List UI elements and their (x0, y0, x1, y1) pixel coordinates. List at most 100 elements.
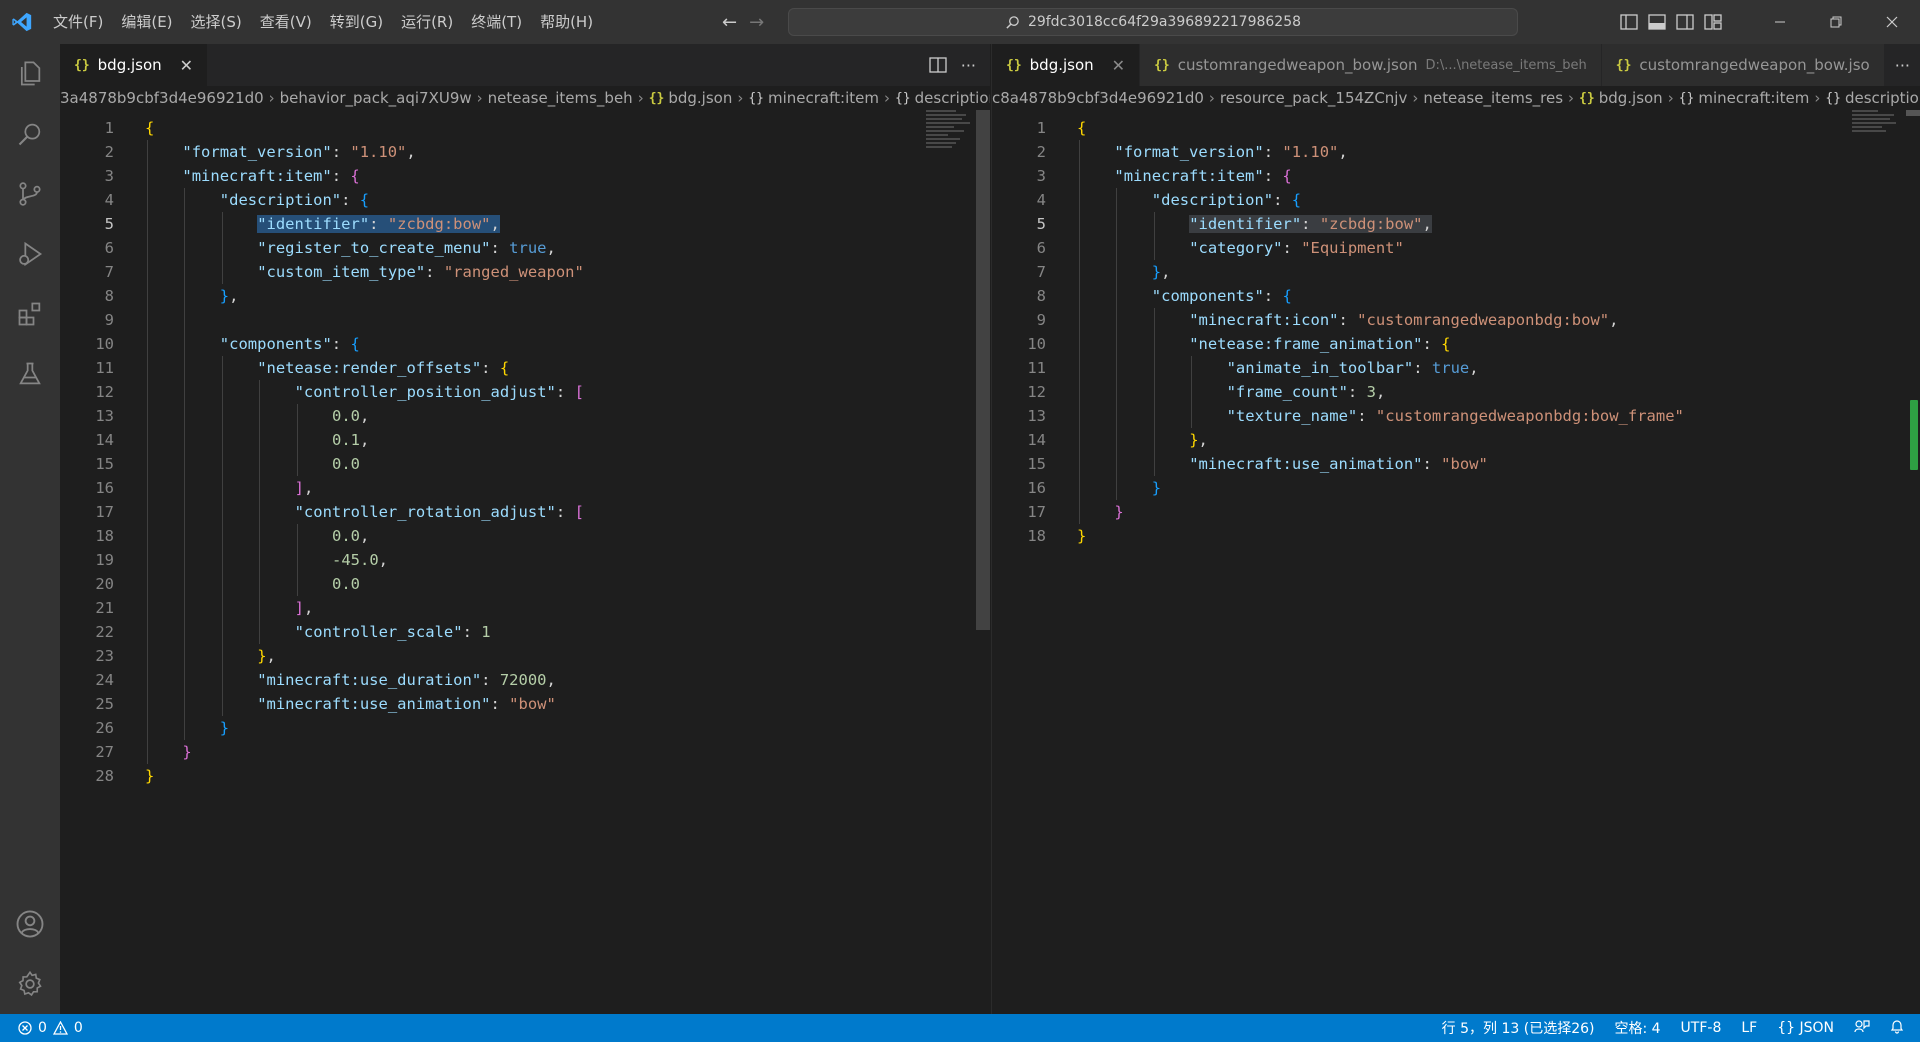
code-line[interactable]: 25 "minecraft:use_animation": "bow" (60, 692, 990, 716)
code-line[interactable]: 15 0.0 (60, 452, 990, 476)
code-line[interactable]: 9 "minecraft:icon": "customrangedweaponbd… (992, 308, 1920, 332)
split-editor-icon[interactable] (929, 57, 947, 73)
code-line[interactable]: 22 "controller_scale": 1 (60, 620, 990, 644)
menu-terminal[interactable]: 终端(T) (462, 0, 531, 44)
code-line[interactable]: 18 0.0, (60, 524, 990, 548)
code-line[interactable]: 2 "format_version": "1.10", (60, 140, 990, 164)
run-debug-icon[interactable] (0, 224, 60, 284)
minimap[interactable] (1852, 110, 1902, 170)
code-line[interactable]: 7 "custom_item_type": "ranged_weapon" (60, 260, 990, 284)
code-line[interactable]: 27} (60, 740, 990, 764)
breadcrumb-item[interactable]: bdg.json (668, 89, 732, 107)
menu-go[interactable]: 转到(G) (321, 0, 392, 44)
code-line[interactable]: 13 0.0, (60, 404, 990, 428)
vertical-scrollbar[interactable] (976, 110, 990, 990)
code-line[interactable]: 26} (60, 716, 990, 740)
code-line[interactable]: 16} (992, 476, 1920, 500)
source-control-icon[interactable] (0, 164, 60, 224)
menu-selection[interactable]: 选择(S) (182, 0, 251, 44)
feedback-icon[interactable] (1844, 1019, 1880, 1037)
code-line[interactable]: 5 "identifier": "zcbdg:bow", (992, 212, 1920, 236)
indentation[interactable]: 空格: 4 (1604, 1018, 1670, 1038)
breadcrumb-item[interactable]: 3a4878b9cbf3d4e96921d0 (60, 89, 264, 107)
breadcrumb-item[interactable]: behavior_pack_aqi7XU9w (280, 89, 472, 107)
code-line[interactable]: 12 "controller_position_adjust": [ (60, 380, 990, 404)
tab-customrangedweapon-bow-beh[interactable]: {} customrangedweapon_bow.json D:\...\ne… (1140, 44, 1602, 86)
breadcrumb-item[interactable]: resource_pack_154ZCnjv (1220, 89, 1407, 107)
menu-view[interactable]: 查看(V) (251, 0, 321, 44)
code-editor-left[interactable]: 1{2 "format_version": "1.10", 3 "minecraft:… (60, 110, 990, 990)
breadcrumb-item[interactable]: c8a4878b9cbf3d4e96921d0 (992, 89, 1204, 107)
code-line[interactable]: 28} (60, 764, 990, 788)
code-line[interactable]: 15 "minecraft:use_animation": "bow" (992, 452, 1920, 476)
toggle-primary-sidebar-icon[interactable] (1620, 14, 1638, 30)
code-line[interactable]: 5 "identifier": "zcbdg:bow", (60, 212, 990, 236)
code-line[interactable]: 17} (992, 500, 1920, 524)
code-line[interactable]: 14}, (992, 428, 1920, 452)
code-line[interactable]: 16], (60, 476, 990, 500)
breadcrumb-item[interactable]: netease_items_res (1423, 89, 1563, 107)
code-line[interactable]: 4 "description": { (992, 188, 1920, 212)
restore-button[interactable] (1808, 0, 1864, 44)
notifications-bell-icon[interactable] (1880, 1019, 1920, 1038)
vertical-scrollbar[interactable] (1906, 110, 1920, 990)
menu-run[interactable]: 运行(R) (392, 0, 462, 44)
toggle-secondary-sidebar-icon[interactable] (1676, 14, 1694, 30)
code-line[interactable]: 9 (60, 308, 990, 332)
breadcrumb-item[interactable]: bdg.json (1599, 89, 1663, 107)
cursor-position[interactable]: 行 5，列 13 (已选择26) (1432, 1018, 1605, 1038)
back-arrow-icon[interactable]: ← (722, 12, 737, 33)
code-line[interactable]: 17 "controller_rotation_adjust": [ (60, 500, 990, 524)
encoding[interactable]: UTF-8 (1671, 1020, 1732, 1036)
customize-layout-icon[interactable] (1704, 14, 1722, 30)
code-line[interactable]: 11 "animate_in_toolbar": true, (992, 356, 1920, 380)
code-line[interactable]: 8}, (60, 284, 990, 308)
code-line[interactable]: 13 "texture_name": "customrangedweaponbdg… (992, 404, 1920, 428)
breadcrumb-item[interactable]: minecraft:item (768, 89, 879, 107)
menu-file[interactable]: 文件(F) (44, 0, 112, 44)
more-actions-icon[interactable]: ··· (961, 56, 976, 75)
tab-bdg-json-right[interactable]: {} bdg.json ✕ (992, 44, 1141, 86)
code-line[interactable]: 7}, (992, 260, 1920, 284)
command-center[interactable]: 29fdc3018cc64f29a396892217986258 (788, 8, 1518, 36)
code-line[interactable]: 8 "components": { (992, 284, 1920, 308)
menu-help[interactable]: 帮助(H) (531, 0, 602, 44)
toggle-panel-icon[interactable] (1648, 14, 1666, 30)
code-line[interactable]: 11 "netease:render_offsets": { (60, 356, 990, 380)
more-actions-icon[interactable]: ··· (1895, 56, 1910, 75)
code-line[interactable]: 10 "components": { (60, 332, 990, 356)
code-line[interactable]: 6 "register_to_create_menu": true, (60, 236, 990, 260)
explorer-icon[interactable] (0, 44, 60, 104)
breadcrumb-item[interactable]: description (1845, 89, 1920, 107)
accounts-icon[interactable] (0, 894, 60, 954)
code-line[interactable]: 4 "description": { (60, 188, 990, 212)
breadcrumb-item[interactable]: minecraft:item (1698, 89, 1809, 107)
forward-arrow-icon[interactable]: → (749, 12, 764, 33)
code-line[interactable]: 18} (992, 524, 1920, 548)
code-line[interactable]: 14 0.1, (60, 428, 990, 452)
code-line[interactable]: 1{ (60, 116, 990, 140)
code-line[interactable]: 19 -45.0, (60, 548, 990, 572)
menu-edit[interactable]: 编辑(E) (112, 0, 181, 44)
close-button[interactable] (1864, 0, 1920, 44)
settings-gear-icon[interactable] (0, 954, 60, 1014)
tab-customrangedweapon-bow-res[interactable]: {} customrangedweapon_bow.jso (1601, 44, 1885, 86)
breadcrumb-item[interactable]: netease_items_beh (488, 89, 633, 107)
code-editor-right[interactable]: 1{2 "format_version": "1.10", 3 "minecraft:… (992, 110, 1920, 990)
minimize-button[interactable] (1752, 0, 1808, 44)
code-line[interactable]: 2 "format_version": "1.10", (992, 140, 1920, 164)
code-line[interactable]: 3 "minecraft:item": { (60, 164, 990, 188)
minimap[interactable] (926, 110, 976, 170)
code-line[interactable]: 23}, (60, 644, 990, 668)
code-line[interactable]: 12 "frame_count": 3, (992, 380, 1920, 404)
search-icon[interactable] (0, 104, 60, 164)
code-line[interactable]: 6 "category": "Equipment" (992, 236, 1920, 260)
code-line[interactable]: 3 "minecraft:item": { (992, 164, 1920, 188)
problems-indicator[interactable]: 0 0 (0, 1020, 83, 1036)
code-line[interactable]: 10 "netease:frame_animation": { (992, 332, 1920, 356)
code-line[interactable]: 24 "minecraft:use_duration": 72000, (60, 668, 990, 692)
code-line[interactable]: 21], (60, 596, 990, 620)
close-tab-icon[interactable]: ✕ (1112, 56, 1125, 75)
code-line[interactable]: 1{ (992, 116, 1920, 140)
testing-flask-icon[interactable] (0, 344, 60, 404)
